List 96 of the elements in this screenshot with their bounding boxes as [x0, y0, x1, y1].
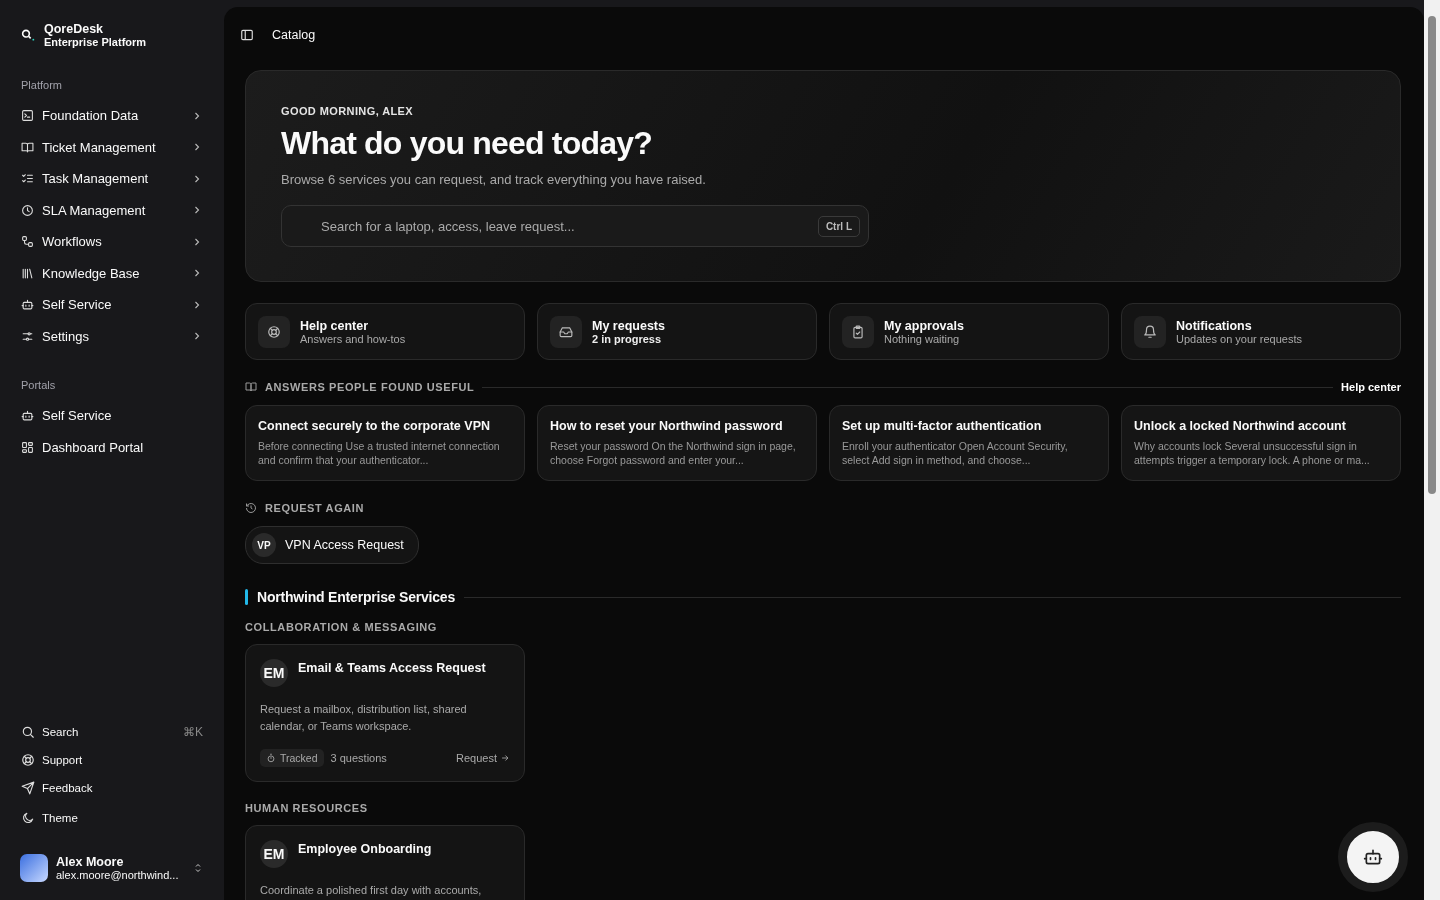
nav-item[interactable]: Self Service	[8, 289, 216, 321]
shortcut-hint: Ctrl L	[817, 216, 860, 237]
bell-icon	[1134, 315, 1166, 348]
article-title: How to reset your Northwind password	[550, 419, 784, 433]
service-card[interactable]: EM Employee Onboarding Coordinate a polished first day with accounts,	[245, 825, 525, 900]
hero-heading: What do you need today?	[281, 125, 653, 162]
article-title: Unlock a locked Northwind account	[1134, 419, 1347, 433]
search-icon	[21, 725, 35, 739]
section-heading: REQUEST AGAIN	[265, 502, 365, 514]
book-icon	[245, 381, 257, 393]
logo-icon	[20, 27, 36, 43]
user-name: Alex Moore	[56, 855, 125, 869]
card-title: My approvals	[884, 318, 964, 333]
initials-avatar: EM	[260, 840, 288, 868]
nav-item[interactable]: Foundation Data	[8, 100, 216, 132]
footer-link[interactable]: Search ⌘K	[8, 718, 216, 746]
footer-link[interactable]: Feedback	[8, 774, 216, 802]
article-title: Connect securely to the corporate VPN	[258, 419, 491, 433]
status-tag: Tracked	[260, 749, 324, 767]
service-description: Coordinate a polished first day with accounts,	[260, 883, 483, 898]
lifebuoy-icon	[21, 753, 35, 767]
library-icon	[21, 266, 34, 280]
help-center-link[interactable]: Help center	[1341, 381, 1401, 393]
article-card[interactable]: How to reset your Northwind password Reset your password On the Northwind sign in page, choose Forgot password and enter your...	[537, 405, 817, 481]
inbox-icon	[550, 315, 582, 348]
user-email: alex.moore@northwind...	[56, 869, 180, 881]
article-excerpt: Reset your password On the Northwind sign in page, choose Forgot password and enter your...	[550, 439, 797, 467]
robot-icon	[21, 409, 34, 423]
workflow-icon	[21, 235, 34, 249]
card-title: My requests	[592, 318, 665, 333]
hero-subtitle: Browse 6 services you can request, and track everything you have raised.	[281, 172, 707, 187]
page-title: Catalog	[272, 27, 316, 42]
recent-request-chip[interactable]: VP VPN Access Request	[245, 526, 419, 564]
question-count: 3 questions	[330, 752, 388, 764]
scrollbar[interactable]	[1424, 0, 1440, 900]
arrow-right-icon	[500, 753, 510, 763]
service-description: Request a mailbox, distribution list, shared calendar, or Teams workspace.	[260, 702, 468, 734]
section-label: Platform	[20, 78, 63, 93]
quick-link-card[interactable]: Help center Answers and how-tos	[245, 303, 525, 360]
nav-item[interactable]: Knowledge Base	[8, 257, 216, 289]
nav-item[interactable]: Dashboard Portal	[8, 431, 216, 463]
brand-subtitle: Enterprise Platform	[44, 36, 147, 48]
article-excerpt: Before connecting Use a trusted internet connection and confirm that your authenticator...	[258, 439, 501, 467]
request-link[interactable]: Request	[456, 752, 510, 764]
initials-avatar: EM	[260, 659, 288, 687]
terminal-icon	[21, 109, 34, 123]
quick-link-card[interactable]: My requests 2 in progress	[537, 303, 817, 360]
shortcut-hint: ⌘K	[183, 725, 203, 739]
card-subtitle: Nothing waiting	[884, 332, 960, 345]
category-label: HUMAN RESOURCES	[245, 802, 369, 814]
service-title: Employee Onboarding	[298, 841, 432, 856]
card-title: Notifications	[1176, 318, 1253, 333]
avatar	[20, 854, 48, 882]
article-card[interactable]: Connect securely to the corporate VPN Before connecting Use a trusted internet connection and confirm that your authenticator...	[245, 405, 525, 481]
article-excerpt: Enroll your authenticator Open Account Security, select Add sign in method, and choose...	[842, 439, 1069, 467]
brand-name: QoreDesk	[44, 22, 105, 36]
section-heading: ANSWERS PEOPLE FOUND USEFUL	[265, 381, 475, 393]
clock-icon	[21, 203, 34, 217]
card-title: Help center	[300, 318, 370, 333]
category-label: COLLABORATION & MESSAGING	[245, 621, 438, 633]
quick-link-card[interactable]: Notifications Updates on your requests	[1121, 303, 1401, 360]
history-icon	[245, 502, 257, 514]
lifebuoy-icon	[258, 315, 290, 348]
footer-link[interactable]: Support	[8, 746, 216, 774]
user-menu[interactable]: Alex Moore alex.moore@northwind...	[8, 854, 216, 882]
initials-avatar: VP	[252, 533, 276, 557]
service-card[interactable]: EM Email & Teams Access Request Request a mailbox, distribution list, shared calendar, or Teams workspace. Tracked 3 questions Request	[245, 644, 525, 782]
article-card[interactable]: Set up multi-factor authentication Enroll your authenticator Open Account Security, select Add sign in method, and choose...	[829, 405, 1109, 481]
article-card[interactable]: Unlock a locked Northwind account Why accounts lock Several unsuccessful sign in attempts trigger a temporary lock. A phone or ma...	[1121, 405, 1401, 481]
sidebar-toggle-icon[interactable]	[240, 27, 254, 42]
service-title: Email & Teams Access Request	[298, 660, 486, 675]
moon-icon	[21, 811, 35, 825]
footer-link[interactable]: Theme	[8, 802, 216, 834]
nav-item[interactable]: Ticket Management	[8, 131, 216, 163]
catalog-title: Northwind Enterprise Services	[257, 589, 456, 605]
nav-item[interactable]: Workflows	[8, 226, 216, 258]
timer-icon	[266, 753, 276, 763]
article-excerpt: Why accounts lock Several unsuccessful sign in attempts trigger a temporary lock. A phone or ma...	[1134, 439, 1371, 467]
robot-icon	[21, 298, 34, 312]
greeting: GOOD MORNING, ALEX	[281, 105, 415, 117]
section-label: Portals	[20, 378, 57, 393]
robot-icon	[1363, 847, 1383, 867]
dashboard-icon	[21, 440, 34, 454]
book-icon	[21, 140, 34, 154]
nav-item[interactable]: Settings	[8, 320, 216, 352]
sliders-icon	[21, 329, 34, 343]
nav-item[interactable]: Task Management	[8, 163, 216, 195]
card-subtitle: Answers and how-tos	[300, 332, 406, 345]
card-subtitle: Updates on your requests	[1176, 332, 1302, 345]
nav-item[interactable]: Self Service	[8, 400, 216, 432]
nav-item[interactable]: SLA Management	[8, 194, 216, 226]
clipboard-check-icon	[842, 315, 874, 348]
quick-link-card[interactable]: My approvals Nothing waiting	[829, 303, 1109, 360]
article-title: Set up multi-factor authentication	[842, 419, 1043, 433]
card-subtitle: 2 in progress	[592, 332, 662, 345]
send-icon	[21, 781, 35, 795]
